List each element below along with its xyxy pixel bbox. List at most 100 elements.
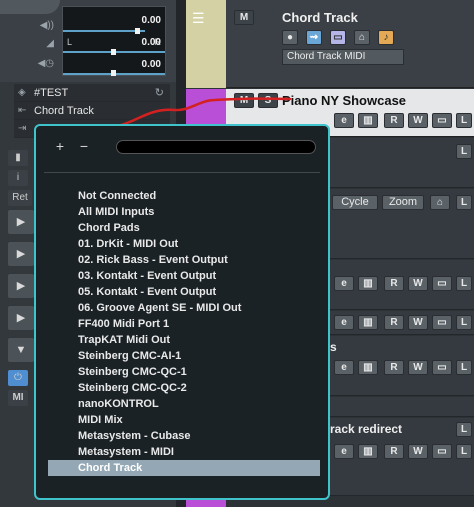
track6-lanes-icon[interactable]: ▭ bbox=[432, 315, 452, 330]
track7-write-button[interactable]: W bbox=[408, 360, 428, 375]
midi-input-option[interactable]: 03. Kontakt - Event Output bbox=[48, 268, 320, 284]
piano-solo-button[interactable]: S bbox=[258, 93, 278, 108]
delay-fader-handle[interactable] bbox=[111, 70, 116, 76]
side-ret-label: Ret bbox=[8, 190, 32, 206]
info-icon[interactable]: i bbox=[8, 170, 28, 186]
track7-read-button[interactable]: R bbox=[384, 360, 404, 375]
midi-input-option[interactable]: Metasystem - MIDI bbox=[48, 444, 320, 460]
track9-partial-name: rack redirect bbox=[330, 422, 403, 436]
midi-input-option[interactable]: 01. DrKit - MIDI Out bbox=[48, 236, 320, 252]
track5-l-button[interactable]: L bbox=[456, 276, 472, 291]
pan-value: 0.00 bbox=[141, 37, 161, 48]
delay-value: 0.00 bbox=[141, 59, 161, 70]
piano-mute-button[interactable]: M bbox=[234, 93, 254, 108]
chord-lock-icon[interactable]: ⌂ bbox=[354, 30, 370, 45]
track9-lanes-icon[interactable]: ▭ bbox=[432, 444, 452, 459]
track4-l-button[interactable]: L bbox=[456, 195, 472, 210]
inspector-side-buttons: ▮ i Ret ▶ ▶ ▶ ▶ ▼ ⏻ MI bbox=[8, 150, 34, 410]
expand-section-1[interactable]: ▶ bbox=[8, 210, 34, 234]
input-routing-row[interactable]: ◈ #TEST ↻ bbox=[14, 84, 170, 102]
expand-section-3[interactable]: ▶ bbox=[8, 274, 34, 298]
track9-l-button[interactable]: L bbox=[456, 422, 472, 437]
midi-input-option[interactable]: Steinberg CMC-AI-1 bbox=[48, 348, 320, 364]
volume-icon: ◀)) bbox=[39, 20, 54, 31]
input-icon: ◈ bbox=[18, 87, 26, 98]
popup-separator bbox=[44, 172, 320, 173]
midi-input-option[interactable]: TrapKAT Midi Out bbox=[48, 332, 320, 348]
zoom-button[interactable]: Zoom bbox=[382, 195, 424, 210]
expand-section-4[interactable]: ▶ bbox=[8, 306, 34, 330]
track9-instrument-icon[interactable]: ▥ bbox=[358, 444, 378, 459]
side-toggle-1[interactable]: ▮ bbox=[8, 150, 28, 166]
track7-edit-button[interactable]: e bbox=[334, 360, 354, 375]
track7-instrument-icon[interactable]: ▥ bbox=[358, 360, 378, 375]
lock-icon[interactable]: ⌂ bbox=[430, 195, 450, 210]
cubase-window: ◀)) ◢ ◀◷ L R 0.00 0.00 0.00 ◈ #TEST ↻ ⇤ … bbox=[0, 0, 474, 507]
track6-read-button[interactable]: R bbox=[384, 315, 404, 330]
track9-edit-button[interactable]: e bbox=[334, 444, 354, 459]
midi-input-option[interactable]: Steinberg CMC-QC-1 bbox=[48, 364, 320, 380]
piano-l-button[interactable]: L bbox=[456, 113, 472, 128]
midi-input-option[interactable]: Steinberg CMC-QC-2 bbox=[48, 380, 320, 396]
output-routing-row[interactable]: ⇤ Chord Track bbox=[14, 102, 170, 120]
chord-mute-button[interactable]: M bbox=[234, 10, 254, 25]
track9-read-button[interactable]: R bbox=[384, 444, 404, 459]
pan-fader[interactable]: 0.00 bbox=[67, 31, 161, 49]
add-button[interactable]: + bbox=[50, 136, 70, 158]
track5-lanes-icon[interactable]: ▭ bbox=[432, 276, 452, 291]
volume-fader[interactable]: 0.00 bbox=[67, 9, 161, 27]
cycle-button[interactable]: Cycle bbox=[332, 195, 378, 210]
midi-input-popup: + − Not Connected All MIDI Inputs Chord Pa… bbox=[34, 124, 330, 500]
expand-section-2[interactable]: ▶ bbox=[8, 242, 34, 266]
input-routing-label: #TEST bbox=[34, 87, 69, 99]
piano-instrument-icon[interactable]: ▥ bbox=[358, 113, 378, 128]
fader-box: L R 0.00 0.00 0.00 bbox=[62, 6, 166, 76]
chord-monitor-icon[interactable]: ⇝ bbox=[306, 30, 322, 45]
track5-read-button[interactable]: R bbox=[384, 276, 404, 291]
midi-input-option[interactable]: 06. Groove Agent SE - MIDI Out bbox=[48, 300, 320, 316]
delay-fader[interactable]: 0.00 bbox=[67, 53, 161, 71]
track7-partial-name: s bbox=[330, 340, 337, 354]
midi-input-option[interactable]: Not Connected bbox=[48, 188, 320, 204]
chord-track-midi-field[interactable]: Chord Track MIDI bbox=[282, 49, 404, 65]
midi-input-option[interactable]: FF400 Midi Port 1 bbox=[48, 316, 320, 332]
chord-note-icon[interactable]: ♪ bbox=[378, 30, 394, 45]
piano-lanes-icon[interactable]: ▭ bbox=[432, 113, 452, 128]
track5-instrument-icon[interactable]: ▥ bbox=[358, 276, 378, 291]
track6-edit-button[interactable]: e bbox=[334, 315, 354, 330]
track5-write-button[interactable]: W bbox=[408, 276, 428, 291]
chord-track-icon: ☰ bbox=[192, 10, 205, 26]
refresh-icon[interactable]: ↻ bbox=[155, 84, 164, 102]
popup-toolbar: + − bbox=[44, 136, 318, 158]
track9-write-button[interactable]: W bbox=[408, 444, 428, 459]
chord-track[interactable]: ☰ M Chord Track ● ⇝ ▭ ⌂ ♪ Chord Track MI… bbox=[186, 0, 474, 88]
chord-voicing-icon[interactable]: ▭ bbox=[330, 30, 346, 45]
midi-input-option[interactable]: nanoKONTROL bbox=[48, 396, 320, 412]
midi-input-option[interactable]: Chord Pads bbox=[48, 220, 320, 236]
volume-value: 0.00 bbox=[141, 15, 161, 26]
piano-write-button[interactable]: W bbox=[408, 113, 428, 128]
remove-button[interactable]: − bbox=[74, 136, 94, 158]
track6-instrument-icon[interactable]: ▥ bbox=[358, 315, 378, 330]
search-input[interactable] bbox=[116, 140, 316, 154]
midi-input-list: Not Connected All MIDI Inputs Chord Pads 01… bbox=[48, 188, 320, 476]
track7-lanes-icon[interactable]: ▭ bbox=[432, 360, 452, 375]
midi-input-option[interactable]: Chord Track bbox=[48, 460, 320, 476]
piano-edit-button[interactable]: e bbox=[334, 113, 354, 128]
midi-input-option[interactable]: 02. Rick Bass - Event Output bbox=[48, 252, 320, 268]
track6-write-button[interactable]: W bbox=[408, 315, 428, 330]
power-icon[interactable]: ⏻ bbox=[8, 370, 28, 386]
track5-edit-button[interactable]: e bbox=[334, 276, 354, 291]
chord-record-icon[interactable]: ● bbox=[282, 30, 298, 45]
midi-input-option[interactable]: 05. Kontakt - Event Output bbox=[48, 284, 320, 300]
piano-read-button[interactable]: R bbox=[384, 113, 404, 128]
midi-input-option[interactable]: All MIDI Inputs bbox=[48, 204, 320, 220]
midi-input-option[interactable]: MIDI Mix bbox=[48, 412, 320, 428]
track9-l-button[interactable]: L bbox=[456, 444, 472, 459]
track7-l-button[interactable]: L bbox=[456, 360, 472, 375]
midi-input-option[interactable]: Metasystem - Cubase bbox=[48, 428, 320, 444]
chord-track-name: Chord Track bbox=[282, 10, 358, 25]
track6-l-button[interactable]: L bbox=[456, 315, 472, 330]
track3-l-button[interactable]: L bbox=[456, 144, 472, 159]
collapse-section[interactable]: ▼ bbox=[8, 338, 34, 362]
